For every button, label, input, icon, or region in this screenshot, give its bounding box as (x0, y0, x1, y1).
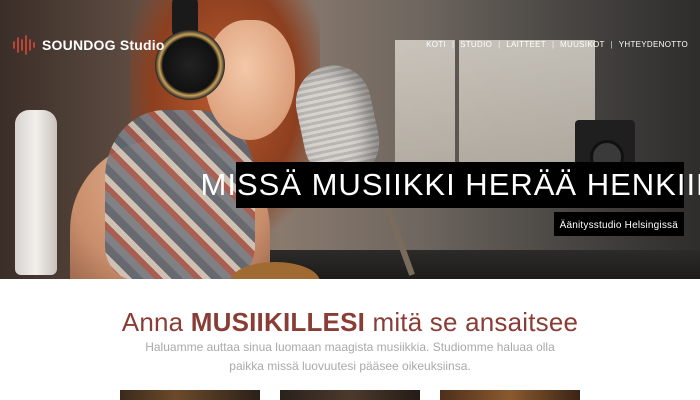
intro-title: Anna MUSIIKILLESI mitä se ansaitsee (0, 307, 700, 338)
brand-name: SOUNDOG Studio (42, 37, 165, 53)
feature-image-1[interactable] (120, 390, 260, 400)
feature-image-3[interactable] (440, 390, 580, 400)
nav-item-muusikot[interactable]: MUUSIKOT (560, 40, 605, 49)
nav-item-laitteet[interactable]: LAITTEET (506, 40, 546, 49)
intro-text-line-2: paikka missä luovuutesi pääsee oikeuksii… (229, 359, 471, 373)
intro-text-line-1: Haluamme auttaa sinua luomaan maagista m… (145, 340, 555, 354)
main-navigation: KOTI | STUDIO | LAITTEET | MUUSIKOT | YH… (426, 40, 688, 49)
headphones-image (155, 30, 225, 100)
hero-subheadline: Äänitysstudio Helsingissä (559, 220, 678, 231)
nav-item-koti[interactable]: KOTI (426, 40, 446, 49)
vase-image (15, 110, 57, 275)
nav-separator: | (498, 40, 501, 49)
hero-background-window (395, 40, 595, 170)
intro-text: Haluamme auttaa sinua luomaan maagista m… (0, 338, 700, 376)
hero-headline-box: MISSÄ MUSIIKKI HERÄÄ HENKIIN (201, 162, 700, 208)
nav-separator: | (610, 40, 613, 49)
intro-title-post: mitä se ansaitsee (365, 307, 579, 337)
intro-title-pre: Anna (121, 307, 191, 337)
studio-desk-image (255, 250, 700, 279)
nav-separator: | (551, 40, 555, 49)
feature-image-2[interactable] (280, 390, 420, 400)
nav-item-studio[interactable]: STUDIO (460, 40, 492, 49)
intro-title-strong: MUSIIKILLESI (190, 307, 366, 337)
hero-headline: MISSÄ MUSIIKKI HERÄÄ HENKIIN (200, 167, 700, 202)
hero-subheadline-box: Äänitysstudio Helsingissä (553, 212, 684, 236)
nav-separator: | (452, 40, 455, 49)
waveform-logo-icon (13, 35, 35, 55)
nav-item-yhteydenotto[interactable]: YHTEYDENOTTO (619, 40, 688, 49)
site-logo[interactable]: SOUNDOG Studio (12, 34, 165, 56)
